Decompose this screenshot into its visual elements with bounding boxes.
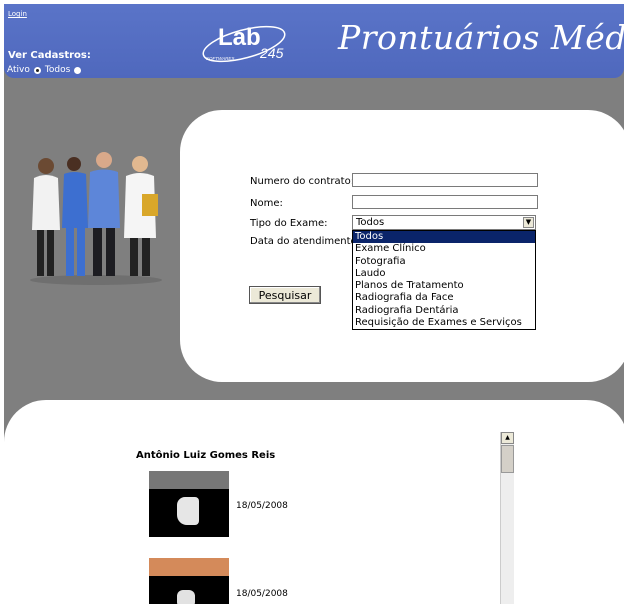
tipo-option[interactable]: Exame Clínico	[353, 243, 535, 255]
results-panel	[4, 400, 624, 604]
ver-cadastros-label: Ver Cadastros:	[8, 50, 91, 61]
data-label: Data do atendimento:	[250, 236, 361, 247]
filter-todos-label: Todos	[44, 65, 71, 75]
tipo-selected-value: Todos	[356, 217, 385, 228]
tipo-select[interactable]: Todos ▼	[352, 215, 536, 230]
page-frame: Login Ver Cadastros: Ativo Todos Lab 245…	[4, 4, 624, 604]
filter-ativo-label: Ativo	[7, 65, 30, 75]
header-bar: Login Ver Cadastros: Ativo Todos Lab 245…	[4, 4, 624, 78]
lab245-logo: Lab 245 SOFTWARES	[202, 24, 286, 63]
scroll-up-icon[interactable]: ▲	[501, 432, 514, 444]
exam-thumbnail[interactable]	[149, 558, 229, 604]
pesquisar-button[interactable]: Pesquisar	[249, 286, 321, 304]
tipo-option[interactable]: Requisição de Exames e Serviços	[353, 317, 535, 329]
results-scrollbar[interactable]: ▲	[500, 432, 514, 604]
chevron-down-icon[interactable]: ▼	[523, 217, 534, 228]
patient-name[interactable]: Antônio Luiz Gomes Reis	[136, 450, 275, 461]
medical-staff-image	[30, 152, 162, 285]
logo-number: 245	[259, 45, 284, 61]
nome-label: Nome:	[250, 198, 283, 209]
tipo-option[interactable]: Laudo	[353, 268, 535, 280]
tipo-option[interactable]: Radiografia Dentária	[353, 305, 535, 317]
exam-date: 18/05/2008	[236, 501, 288, 511]
exam-date: 18/05/2008	[236, 589, 288, 599]
nome-input[interactable]	[352, 195, 538, 209]
logo-sub: SOFTWARES	[206, 56, 234, 61]
tipo-option[interactable]: Todos	[353, 231, 535, 244]
tipo-option[interactable]: Planos de Tratamento	[353, 280, 535, 292]
tipo-option[interactable]: Radiografia da Face	[353, 292, 535, 304]
tipo-dropdown-list: Todos Exame Clínico Fotografia Laudo Pla…	[352, 230, 536, 331]
tipo-option[interactable]: Fotografia	[353, 256, 535, 268]
contrato-label: Numero do contrato:	[250, 176, 355, 187]
app-title: Prontuários Médicos	[338, 18, 624, 57]
cadastro-filter: Ativo Todos	[7, 65, 82, 75]
login-link[interactable]: Login	[8, 10, 27, 18]
filter-ativo-radio[interactable]	[33, 66, 41, 74]
filter-todos-radio[interactable]	[74, 66, 82, 74]
exam-thumbnail[interactable]	[149, 471, 229, 537]
tipo-label: Tipo do Exame:	[250, 218, 328, 229]
contrato-input[interactable]	[352, 173, 538, 187]
logo-text: Lab	[218, 24, 261, 51]
scrollbar-thumb[interactable]	[501, 445, 514, 473]
